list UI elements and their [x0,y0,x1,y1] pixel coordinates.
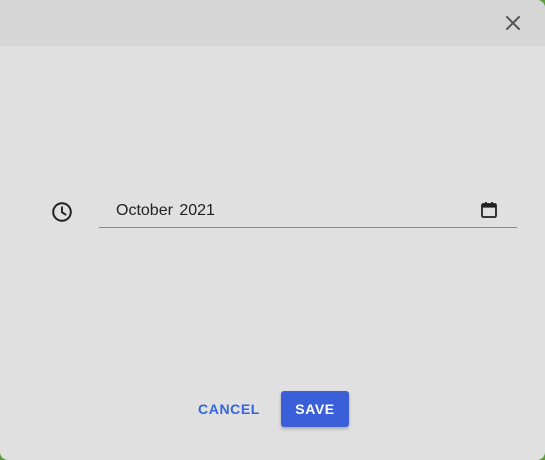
month-date-value: October 2021 [116,202,215,219]
clock-icon [52,202,72,222]
calendar-icon[interactable] [480,201,498,219]
close-button[interactable] [499,9,527,37]
month-date-field[interactable]: October 2021 [99,196,517,228]
dialog-header [0,0,545,46]
dialog: October 2021 CANCEL SAVE [0,0,545,460]
close-icon [506,16,520,30]
cancel-button[interactable]: CANCEL [193,392,265,426]
save-button[interactable]: SAVE [281,391,349,427]
